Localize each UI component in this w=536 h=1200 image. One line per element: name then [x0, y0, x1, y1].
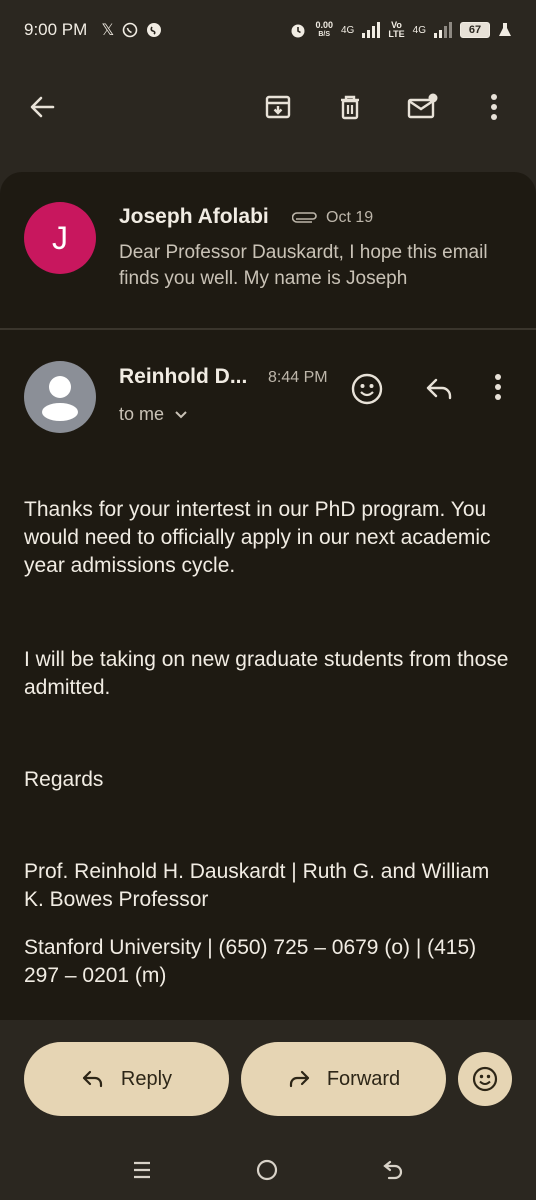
add-reaction-icon[interactable]: [350, 372, 384, 406]
message-paragraph: I will be taking on new graduate student…: [24, 648, 509, 699]
reply-button[interactable]: Reply: [24, 1042, 229, 1116]
mark-unread-icon[interactable]: [402, 87, 442, 127]
reply-label: Reply: [120, 1067, 173, 1090]
archive-icon[interactable]: [258, 87, 298, 127]
more-vert-icon[interactable]: [474, 87, 514, 127]
net-speed: 0.00 B/S: [315, 20, 333, 39]
message-more-icon[interactable]: [494, 372, 502, 406]
message-date: Oct 19: [326, 209, 374, 226]
message-paragraph: Regards: [24, 768, 104, 791]
signal-icon-2: [434, 22, 452, 38]
forward-icon: [289, 1070, 309, 1088]
status-time: 9:00 PM: [24, 20, 88, 39]
status-notification-icons: 𝕏: [101, 20, 162, 40]
forward-label: Forward: [326, 1067, 401, 1090]
avatar[interactable]: [24, 361, 96, 433]
system-nav-bar: [0, 1140, 536, 1200]
sender-name: Joseph Afolabi: [119, 205, 269, 228]
toolbar: [0, 70, 536, 144]
add-reaction-icon: [472, 1066, 498, 1092]
message-paragraph: Thanks for your intertest in our PhD pro…: [24, 498, 491, 577]
message-actions: [350, 372, 502, 406]
person-icon: [42, 376, 78, 421]
avatar[interactable]: J: [24, 202, 96, 274]
chevron-down-icon: [175, 410, 187, 418]
shazam-icon: [147, 23, 162, 37]
volte-indicator: Vo LTE: [388, 20, 405, 39]
signature-line: Prof. Reinhold H. Dauskardt | Ruth G. an…: [24, 860, 490, 911]
x-app-icon: 𝕏: [101, 22, 115, 39]
email-thread: J Joseph Afolabi Oct 19 Dear Professor D…: [0, 172, 536, 1020]
network-type-2: 4G: [412, 24, 426, 36]
emoji-react-button[interactable]: [458, 1052, 512, 1106]
reply-icon: [82, 1070, 103, 1088]
sender-name: Reinhold D...: [119, 365, 248, 388]
status-bar: 9:00 PM 𝕏 0.00 B/S 4G Vo LTE 4G 67: [0, 0, 536, 60]
status-system-icons: 0.00 B/S 4G Vo LTE 4G 67: [289, 21, 512, 39]
message-time: 8:44 PM: [268, 369, 328, 386]
battery-icon: 67: [460, 22, 490, 38]
attachment-clip-icon: [292, 212, 320, 226]
recipient-label: to me: [119, 404, 165, 424]
recipient-details-toggle[interactable]: to me: [119, 404, 188, 425]
recent-apps-icon[interactable]: [131, 1159, 153, 1181]
bottom-actions: Reply Forward: [0, 1020, 536, 1140]
back-nav-icon[interactable]: [381, 1158, 405, 1182]
open-message-header: Reinhold D... 8:44 PM to me: [0, 332, 536, 452]
signature-contact: Stanford University | (650) 725 – 0679 (…: [24, 936, 477, 987]
forward-button[interactable]: Forward: [241, 1042, 446, 1116]
reply-icon[interactable]: [422, 372, 456, 406]
network-type-1: 4G: [340, 24, 355, 36]
collapsed-message[interactable]: J Joseph Afolabi Oct 19 Dear Professor D…: [0, 172, 536, 330]
delete-icon[interactable]: [330, 87, 370, 127]
message-snippet: Dear Professor Dauskardt, I hope this em…: [119, 242, 488, 289]
flask-icon: [499, 23, 511, 36]
back-arrow-icon[interactable]: [22, 87, 62, 127]
signal-icon: [362, 22, 381, 38]
home-icon[interactable]: [255, 1158, 279, 1182]
alarm-icon: [291, 24, 305, 38]
whatsapp-icon: [122, 22, 138, 38]
